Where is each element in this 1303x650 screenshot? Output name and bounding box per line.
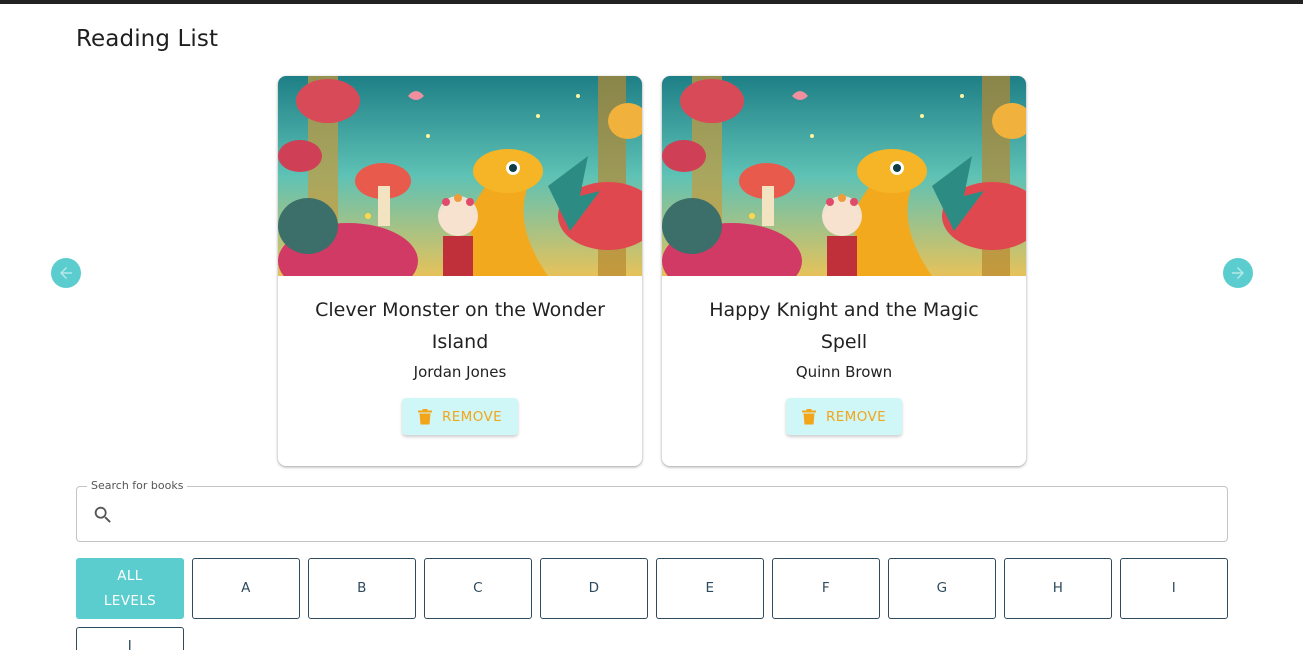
page-title: Reading List (76, 26, 219, 52)
remove-button[interactable]: REMOVE (402, 398, 518, 435)
search-field[interactable]: Search for books (76, 479, 1228, 542)
level-button-label: E (705, 580, 715, 596)
level-button-all[interactable]: ALL LEVELS (76, 558, 184, 619)
book-title: Happy Knight and the Magic Spell (709, 299, 979, 353)
level-button-label: F (821, 580, 831, 596)
search-label: Search for books (87, 479, 188, 493)
book-author: Quinn Brown (795, 363, 893, 381)
trash-icon (801, 408, 816, 424)
level-button-label: I (1171, 580, 1177, 596)
level-button-e[interactable]: E (656, 558, 764, 619)
level-button-label: J (127, 638, 133, 650)
book-card: Happy Knight and the Magic Spell Quinn B… (662, 76, 1026, 466)
level-button-label: A (241, 580, 251, 596)
level-button-label: D (588, 580, 600, 596)
top-bar (0, 0, 1303, 4)
level-button-d[interactable]: D (540, 558, 648, 619)
arrow-left-icon (60, 267, 72, 279)
level-button-j[interactable]: J (76, 627, 184, 650)
level-button-i[interactable]: I (1120, 558, 1228, 619)
trash-icon (417, 408, 432, 424)
level-button-f[interactable]: F (772, 558, 880, 619)
carousel-next-button[interactable] (1223, 258, 1253, 288)
level-button-label: B (357, 580, 367, 596)
book-cover-image (662, 76, 1026, 276)
level-button-label: G (936, 580, 948, 596)
level-button-b[interactable]: B (308, 558, 416, 619)
level-button-label: C (473, 580, 483, 596)
remove-button-label: REMOVE (825, 408, 887, 425)
level-button-label: H (1052, 580, 1064, 596)
level-button-c[interactable]: C (424, 558, 532, 619)
remove-button[interactable]: REMOVE (786, 398, 902, 435)
search-input[interactable] (127, 497, 1207, 531)
book-author: Jordan Jones (413, 363, 507, 381)
level-button-h[interactable]: H (1004, 558, 1112, 619)
level-button-label: ALL LEVELS (103, 567, 157, 609)
carousel-prev-button[interactable] (51, 258, 81, 288)
search-icon (94, 506, 111, 523)
level-button-a[interactable]: A (192, 558, 300, 619)
arrow-right-icon (1232, 267, 1244, 279)
remove-button-label: REMOVE (441, 408, 503, 425)
book-cover-image (278, 76, 642, 276)
book-title: Clever Monster on the Wonder Island (315, 299, 605, 353)
level-button-g[interactable]: G (888, 558, 996, 619)
book-card: Clever Monster on the Wonder Island Jord… (278, 76, 642, 466)
